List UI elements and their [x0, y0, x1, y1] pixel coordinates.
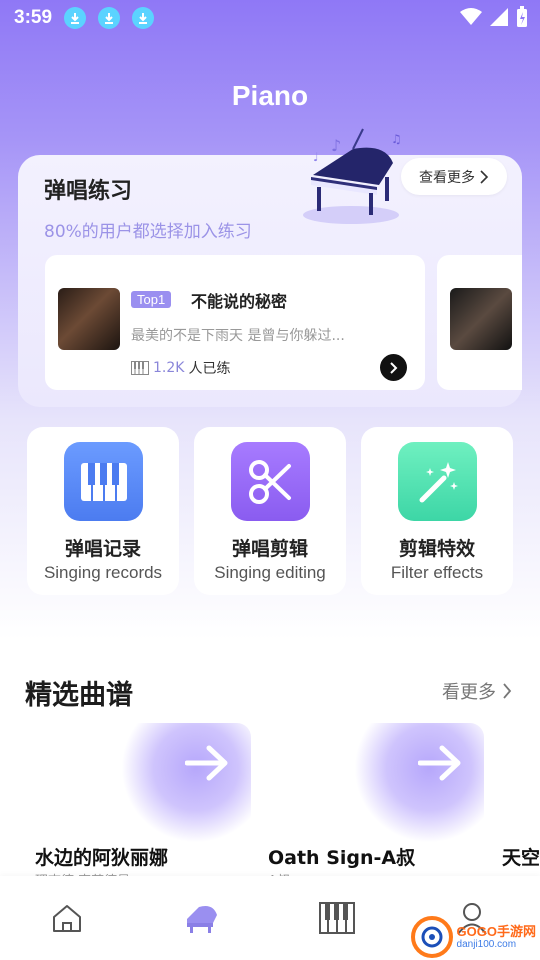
bottom-tab-bar: GOGO手游网 danji100.com [0, 876, 540, 960]
practice-count-number: 1.2K [153, 360, 185, 376]
score-card[interactable]: 水边的阿狄丽娜 理查德·克莱德曼 [27, 723, 251, 883]
next-song-card[interactable] [437, 255, 522, 390]
piano-keys-icon [131, 361, 149, 375]
download-icon [132, 7, 155, 29]
chevron-right-icon [480, 169, 489, 184]
featured-song-card[interactable]: Top1 不能说的秘密 最美的不是下雨天 是曾与你躲过... 1.2K 人已练 [45, 255, 425, 390]
download-icon [98, 7, 121, 29]
arrow-right-icon [185, 745, 228, 781]
grand-piano-icon [187, 906, 217, 933]
score-name: 水边的阿狄丽娜 [35, 847, 169, 869]
watermark-logo [410, 916, 453, 958]
svg-text:♫: ♫ [391, 132, 402, 146]
feature-title: 弹唱剪辑 [231, 538, 308, 560]
download-icon [64, 7, 87, 29]
practice-more-label: 查看更多 [419, 169, 475, 186]
practice-count-suffix: 人已练 [188, 361, 231, 377]
song-thumbnail [58, 288, 120, 350]
practice-count: 1.2K 人已练 [131, 358, 230, 378]
rank-badge: Top1 [131, 291, 172, 308]
chevron-right-icon [503, 683, 512, 699]
score-glow [354, 723, 484, 843]
score-card[interactable]: Oath Sign-A叔 A叔 [260, 723, 484, 883]
page-title: Piano [231, 80, 309, 111]
arrow-right-icon [418, 745, 461, 781]
svg-text:♪: ♪ [331, 136, 341, 155]
practice-title: 弹唱练习 [44, 179, 133, 204]
signal-icon [490, 8, 508, 26]
feature-subtitle: Filter effects [390, 563, 484, 582]
svg-text:♩: ♩ [313, 150, 319, 164]
tab-piano[interactable] [182, 898, 222, 938]
wifi-icon [460, 8, 482, 25]
site-watermark: GOGO手游网 danji100.com [410, 916, 536, 958]
scores-section-title: 精选曲谱 [25, 680, 133, 711]
scores-more-label: 看更多 [442, 682, 496, 703]
scissors-icon [231, 442, 310, 521]
song-thumbnail [450, 288, 512, 350]
score-name: Oath Sign-A叔 [268, 847, 416, 869]
watermark-brand: GOGO手游网 [456, 923, 536, 939]
score-card[interactable]: 天空 [494, 723, 540, 883]
feature-title: 剪辑特效 [398, 538, 475, 560]
feature-subtitle: Singing editing [214, 563, 326, 582]
piano-keys-icon [64, 442, 143, 521]
practice-section: 弹唱练习 80%的用户都选择加入练习 ♪ ♫ ♩ 查看更多 Top1 不能说的秘… [18, 128, 522, 407]
score-name: 天空 [502, 847, 540, 869]
magic-wand-icon [398, 442, 477, 521]
status-time: 3:59 [14, 7, 53, 28]
status-bar: 3:59 [0, 0, 540, 36]
battery-icon [517, 6, 527, 27]
tab-keyboard[interactable] [317, 898, 357, 938]
scores-more-link[interactable]: 看更多 [442, 678, 512, 704]
tab-home[interactable] [47, 898, 87, 938]
play-song-button[interactable] [380, 354, 407, 381]
feature-title: 弹唱记录 [64, 538, 141, 560]
feature-singing-records[interactable]: 弹唱记录 Singing records [27, 427, 179, 595]
piano-keys-icon [319, 902, 355, 934]
score-glow [121, 723, 251, 843]
watermark-url: danji100.com [456, 938, 517, 950]
feature-subtitle: Singing records [43, 563, 163, 582]
song-description: 最美的不是下雨天 是曾与你躲过... [131, 328, 345, 344]
chevron-right-icon [389, 361, 397, 374]
practice-more-button[interactable]: 查看更多 [401, 158, 507, 195]
practice-subtitle: 80%的用户都选择加入练习 [44, 222, 252, 242]
feature-filter-effects[interactable]: 剪辑特效 Filter effects [361, 427, 513, 595]
feature-singing-editing[interactable]: 弹唱剪辑 Singing editing [194, 427, 346, 595]
song-name: 不能说的秘密 [191, 292, 288, 311]
home-icon [53, 905, 81, 932]
